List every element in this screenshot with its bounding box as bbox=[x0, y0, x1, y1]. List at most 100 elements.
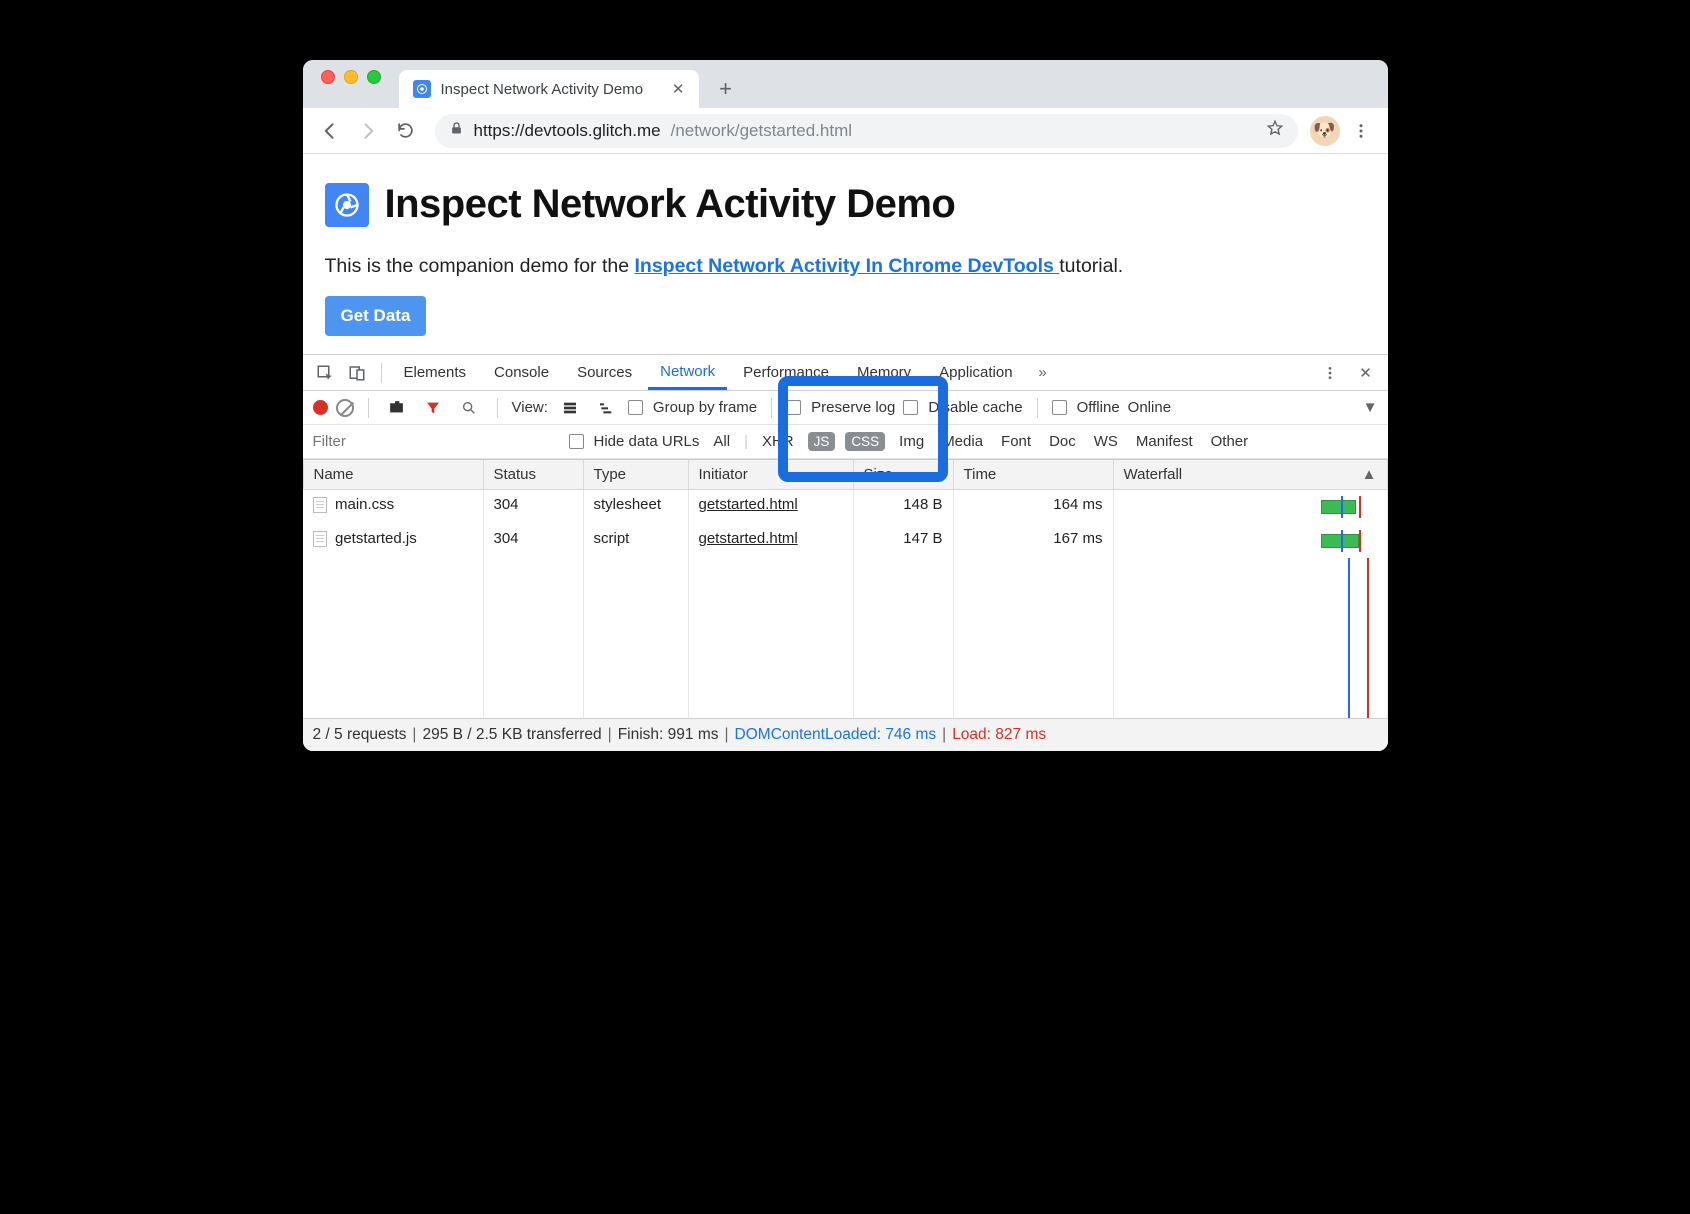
hide-data-urls-checkbox[interactable]: Hide data URLs bbox=[569, 433, 700, 450]
file-icon bbox=[313, 497, 327, 513]
tab-application[interactable]: Application bbox=[927, 355, 1024, 390]
toolbar: https://devtools.glitch.me/network/getst… bbox=[303, 108, 1388, 154]
large-rows-icon[interactable] bbox=[556, 394, 584, 422]
view-label: View: bbox=[512, 399, 548, 416]
intro-text-post: tutorial. bbox=[1059, 255, 1123, 277]
col-time[interactable]: Time bbox=[953, 460, 1113, 490]
request-status: 304 bbox=[483, 524, 583, 558]
tab-sources[interactable]: Sources bbox=[565, 355, 644, 390]
col-type[interactable]: Type bbox=[583, 460, 688, 490]
inspect-element-icon[interactable] bbox=[311, 359, 339, 387]
maximize-window-button[interactable] bbox=[367, 70, 381, 84]
intro-text-pre: This is the companion demo for the bbox=[325, 255, 635, 277]
filter-font[interactable]: Font bbox=[997, 431, 1035, 452]
browser-tab[interactable]: Inspect Network Activity Demo ✕ bbox=[399, 70, 699, 108]
devtools-close-icon[interactable]: ✕ bbox=[1352, 359, 1380, 387]
new-tab-button[interactable]: + bbox=[709, 72, 743, 106]
tab-title: Inspect Network Activity Demo bbox=[441, 81, 644, 98]
minimize-window-button[interactable] bbox=[344, 70, 358, 84]
reload-button[interactable] bbox=[389, 114, 423, 148]
group-by-frame-checkbox[interactable]: Group by frame bbox=[628, 399, 757, 416]
col-name[interactable]: Name bbox=[303, 460, 483, 490]
page-content: Inspect Network Activity Demo This is th… bbox=[303, 154, 1388, 354]
url-path: /network/getstarted.html bbox=[671, 121, 852, 141]
status-transferred: 295 B / 2.5 KB transferred bbox=[422, 726, 601, 744]
status-dcl: DOMContentLoaded: 746 ms bbox=[735, 726, 937, 744]
filter-js[interactable]: JS bbox=[808, 432, 836, 451]
status-load: Load: 827 ms bbox=[952, 726, 1046, 744]
request-name: main.css bbox=[335, 496, 394, 513]
devtools-menu-icon[interactable] bbox=[1316, 359, 1344, 387]
capture-screenshot-icon[interactable] bbox=[383, 394, 411, 422]
page-logo-icon bbox=[325, 183, 369, 227]
filter-toggle-icon[interactable] bbox=[419, 394, 447, 422]
waterfall-bar bbox=[1124, 530, 1377, 552]
request-type: script bbox=[583, 524, 688, 558]
preserve-log-checkbox[interactable]: Preserve log bbox=[786, 399, 895, 416]
request-size: 147 B bbox=[853, 524, 953, 558]
request-initiator[interactable]: getstarted.html bbox=[699, 496, 798, 513]
filter-manifest[interactable]: Manifest bbox=[1132, 431, 1197, 452]
tab-network[interactable]: Network bbox=[648, 355, 727, 390]
table-empty-area bbox=[303, 558, 1387, 718]
search-icon[interactable] bbox=[455, 394, 483, 422]
table-row[interactable]: getstarted.js 304 script getstarted.html… bbox=[303, 524, 1387, 558]
file-icon bbox=[313, 531, 327, 547]
browser-window: Inspect Network Activity Demo ✕ + https:… bbox=[303, 60, 1388, 751]
close-tab-button[interactable]: ✕ bbox=[672, 80, 685, 98]
device-toolbar-icon[interactable] bbox=[343, 359, 371, 387]
col-status[interactable]: Status bbox=[483, 460, 583, 490]
bookmark-star-icon[interactable] bbox=[1266, 119, 1284, 142]
tab-memory[interactable]: Memory bbox=[845, 355, 923, 390]
devtools-panel: Elements Console Sources Network Perform… bbox=[303, 354, 1388, 751]
tutorial-link[interactable]: Inspect Network Activity In Chrome DevTo… bbox=[635, 255, 1060, 277]
request-time: 164 ms bbox=[953, 490, 1113, 525]
filter-img[interactable]: Img bbox=[895, 431, 928, 452]
more-tabs-icon[interactable]: » bbox=[1029, 359, 1057, 387]
titlebar: Inspect Network Activity Demo ✕ + bbox=[303, 60, 1388, 108]
offline-checkbox[interactable]: Offline bbox=[1052, 399, 1120, 416]
filter-doc[interactable]: Doc bbox=[1045, 431, 1080, 452]
get-data-button[interactable]: Get Data bbox=[325, 296, 427, 336]
filter-ws[interactable]: WS bbox=[1090, 431, 1122, 452]
window-controls bbox=[315, 60, 399, 108]
url-host: https://devtools.glitch.me bbox=[474, 121, 661, 141]
filter-media[interactable]: Media bbox=[938, 431, 987, 452]
request-time: 167 ms bbox=[953, 524, 1113, 558]
table-row[interactable]: main.css 304 stylesheet getstarted.html … bbox=[303, 490, 1387, 525]
tab-performance[interactable]: Performance bbox=[731, 355, 841, 390]
filter-css[interactable]: CSS bbox=[845, 432, 885, 451]
menu-button[interactable] bbox=[1344, 114, 1378, 148]
disable-cache-checkbox[interactable]: Disable cache bbox=[903, 399, 1022, 416]
page-intro: This is the companion demo for the Inspe… bbox=[325, 255, 1366, 278]
waterfall-bar bbox=[1124, 496, 1377, 518]
close-window-button[interactable] bbox=[321, 70, 335, 84]
back-button[interactable] bbox=[313, 114, 347, 148]
online-select[interactable]: Online bbox=[1128, 399, 1171, 416]
request-type: stylesheet bbox=[583, 490, 688, 525]
col-waterfall[interactable]: Waterfall▲ bbox=[1113, 460, 1387, 490]
col-size[interactable]: Size bbox=[853, 460, 953, 490]
network-status-bar: 2 / 5 requests | 295 B / 2.5 KB transfer… bbox=[303, 718, 1388, 751]
clear-button[interactable] bbox=[336, 399, 354, 417]
filter-all[interactable]: All bbox=[709, 431, 734, 452]
forward-button[interactable] bbox=[351, 114, 385, 148]
tab-elements[interactable]: Elements bbox=[392, 355, 479, 390]
filter-other[interactable]: Other bbox=[1207, 431, 1253, 452]
status-requests: 2 / 5 requests bbox=[313, 726, 407, 744]
request-status: 304 bbox=[483, 490, 583, 525]
request-size: 148 B bbox=[853, 490, 953, 525]
record-button[interactable] bbox=[313, 400, 328, 415]
filter-xhr[interactable]: XHR bbox=[758, 431, 798, 452]
overview-icon[interactable] bbox=[592, 394, 620, 422]
col-initiator[interactable]: Initiator bbox=[688, 460, 853, 490]
request-name: getstarted.js bbox=[335, 530, 417, 547]
tab-console[interactable]: Console bbox=[482, 355, 561, 390]
profile-avatar[interactable]: 🐶 bbox=[1310, 116, 1340, 146]
address-bar[interactable]: https://devtools.glitch.me/network/getst… bbox=[435, 114, 1298, 148]
request-initiator[interactable]: getstarted.html bbox=[699, 530, 798, 547]
filter-input[interactable] bbox=[309, 429, 559, 454]
lock-icon bbox=[449, 121, 464, 141]
toolbar-expand-icon[interactable]: ▼ bbox=[1363, 399, 1378, 416]
favicon-icon bbox=[413, 80, 431, 98]
